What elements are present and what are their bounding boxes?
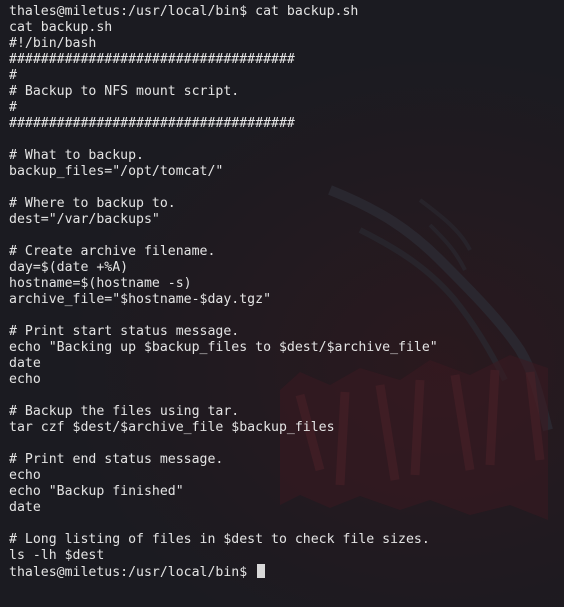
terminal-line: tar czf $dest/$archive_file $backup_file… — [9, 420, 335, 435]
terminal-line: backup_files="/opt/tomcat/" — [9, 164, 224, 179]
prompt-line[interactable]: thales@miletus:/usr/local/bin$ — [9, 564, 438, 580]
terminal-line: date — [9, 500, 41, 515]
terminal-line: archive_file="$hostname-$day.tgz" — [9, 292, 272, 307]
terminal-output: thales@miletus:/usr/local/bin$ cat backu… — [9, 4, 438, 580]
terminal-line: # Backup the files using tar. — [9, 404, 240, 419]
terminal-line: #################################### — [9, 116, 295, 131]
terminal-line: day=$(date +%A) — [9, 260, 129, 275]
terminal-line: # Print start status message. — [9, 324, 240, 339]
terminal-line: date — [9, 356, 41, 371]
terminal-line: # Long listing of files in $dest to chec… — [9, 532, 430, 547]
terminal-line: cat backup.sh — [9, 20, 113, 35]
terminal-line: ls -lh $dest — [9, 548, 105, 563]
terminal-line: echo — [9, 372, 41, 387]
terminal-line: # Print end status message. — [9, 452, 224, 467]
terminal-line: # — [9, 68, 17, 83]
terminal-line: #!/bin/bash — [9, 36, 97, 51]
terminal-line: # What to backup. — [9, 148, 144, 163]
terminal-line: echo "Backing up $backup_files to $dest/… — [9, 340, 438, 355]
text-cursor — [257, 564, 266, 578]
terminal-line: echo — [9, 468, 41, 483]
terminal-line: thales@miletus:/usr/local/bin$ cat backu… — [9, 4, 359, 19]
terminal-line: echo "Backup finished" — [9, 484, 184, 499]
terminal-line: # Where to backup to. — [9, 196, 176, 211]
terminal-line: # — [9, 100, 17, 115]
terminal-line: dest="/var/backups" — [9, 212, 160, 227]
shell-prompt: thales@miletus:/usr/local/bin$ — [9, 565, 256, 580]
terminal-line: #################################### — [9, 52, 295, 67]
terminal-line: hostname=$(hostname -s) — [9, 276, 192, 291]
terminal-line: # Backup to NFS mount script. — [9, 84, 240, 99]
terminal-line: # Create archive filename. — [9, 244, 216, 259]
terminal-window[interactable]: thales@miletus:/usr/local/bin$ cat backu… — [0, 0, 564, 607]
